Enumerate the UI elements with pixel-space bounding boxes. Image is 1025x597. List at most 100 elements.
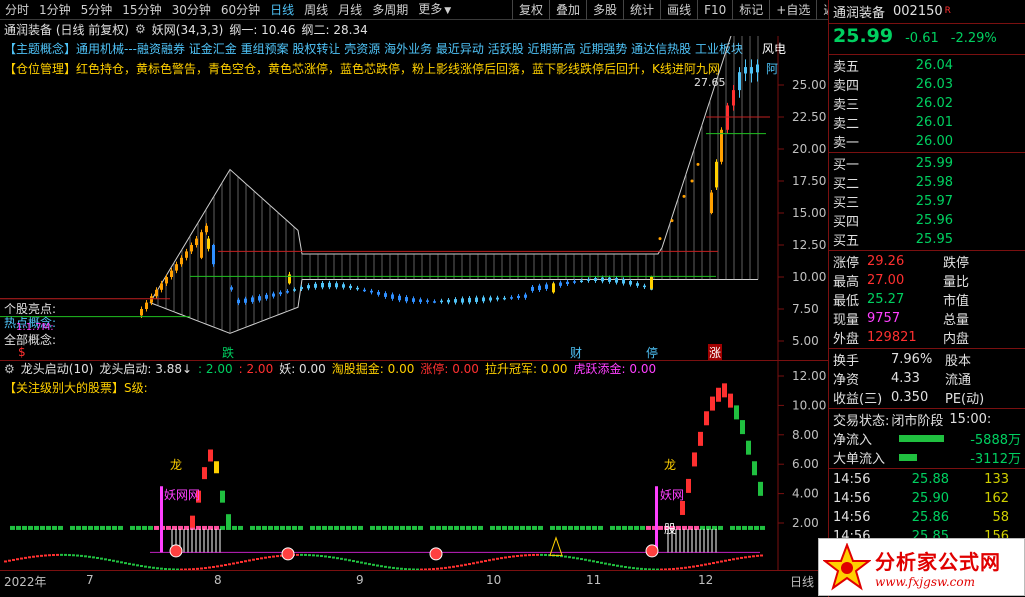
- tab-daily[interactable]: 日线: [265, 0, 299, 20]
- tab-more[interactable]: 更多 ▼: [413, 0, 456, 21]
- tab-monthly[interactable]: 月线: [333, 0, 367, 20]
- tab-60min[interactable]: 60分钟: [216, 0, 265, 20]
- wave-dot: [392, 566, 395, 569]
- adjust-button[interactable]: 复权: [512, 0, 549, 20]
- candle-body: [155, 289, 158, 297]
- indicator-tick-label: 10.00: [792, 398, 826, 412]
- wave-dot: [544, 553, 547, 556]
- candle-body: [482, 297, 485, 302]
- ratio-label: 1:1.7M:: [16, 322, 54, 333]
- ask-row: 卖四 26.03: [829, 75, 1025, 94]
- indicator-name[interactable]: 妖网(34,3,3): [152, 21, 224, 38]
- base-band-block: [448, 525, 453, 530]
- tab-30min[interactable]: 30分钟: [167, 0, 216, 20]
- bid-price: 25.96: [915, 213, 953, 228]
- wave-dot: [68, 554, 71, 557]
- candle-body: [185, 251, 188, 258]
- base-band-block: [544, 525, 549, 530]
- tab-5min[interactable]: 5分钟: [76, 0, 118, 20]
- ask-label: 卖四: [833, 79, 860, 94]
- bid-price: 25.95: [915, 232, 953, 247]
- wave-dot: [132, 563, 135, 566]
- base-band-block: [496, 525, 501, 530]
- candle-body: [398, 295, 401, 301]
- indicator-bar: [220, 490, 225, 503]
- bid-label: 买二: [833, 177, 860, 192]
- candle-body: [720, 129, 723, 162]
- wave-dot: [348, 559, 351, 562]
- base-band-block: [226, 525, 231, 530]
- multi-stock-button[interactable]: 多股: [586, 0, 623, 20]
- wave-dot: [72, 554, 75, 557]
- wave-dot: [460, 564, 463, 567]
- base-band-block: [574, 525, 579, 530]
- mark-button[interactable]: 标记: [732, 0, 769, 20]
- ask-book: 卖五 26.04 卖四 26.03 卖三 26.02 卖二 26.01 卖一 26.00: [829, 56, 1025, 151]
- tab-intraday[interactable]: 分时: [0, 0, 34, 20]
- trend-dot: [670, 219, 674, 223]
- dragon-start-indicator-chart[interactable]: 12.00 10.00 8.00 6.00 4.00 2.00: [0, 360, 828, 570]
- wave-dot: [708, 562, 711, 565]
- date-month-8: 8: [214, 573, 222, 587]
- base-band-block: [328, 525, 333, 530]
- money-flow-block: 净流入 -5888万 大单流入 -3112万: [829, 429, 1025, 467]
- wave-dot: [28, 556, 31, 559]
- wave-dot: [384, 565, 387, 568]
- add-watchlist-button[interactable]: +自选: [769, 0, 816, 20]
- wave-dot: [276, 555, 279, 558]
- base-band-block: [730, 525, 735, 530]
- base-band-block: [46, 525, 51, 530]
- base-band-block: [64, 525, 69, 530]
- price-tick-label: 15.00: [792, 206, 826, 220]
- candle-body: [622, 279, 625, 284]
- wave-dot: [596, 561, 599, 564]
- wave-dot: [452, 565, 455, 568]
- tab-1min[interactable]: 1分钟: [34, 0, 76, 20]
- wave-dot: [700, 564, 703, 567]
- candle-body: [738, 72, 741, 91]
- tab-weekly[interactable]: 周线: [299, 0, 333, 20]
- divider: [829, 23, 1025, 24]
- tab-multi-period[interactable]: 多周期: [367, 0, 413, 20]
- wave-dot: [712, 562, 715, 565]
- base-band-block: [112, 525, 117, 530]
- candle-body: [195, 238, 198, 245]
- tab-15min[interactable]: 15分钟: [117, 0, 166, 20]
- wave-dot: [344, 558, 347, 561]
- candle-body: [510, 297, 513, 299]
- price-tick-label: 5.00: [792, 334, 819, 348]
- candle-body: [160, 283, 163, 290]
- wave-dot: [760, 554, 763, 557]
- indicator-tick-label: 8.00: [792, 428, 819, 442]
- overlay-button[interactable]: 叠加: [549, 0, 586, 20]
- base-band-block: [250, 525, 255, 530]
- tick-volume: 133: [984, 472, 1009, 487]
- base-band-block: [742, 525, 747, 530]
- stat-label: 外盘: [833, 332, 860, 347]
- base-band-block: [22, 525, 27, 530]
- wave-dot: [152, 566, 155, 569]
- stat-row: 换手 7.96% 股本: [829, 350, 1025, 369]
- draw-button[interactable]: 画线: [660, 0, 697, 20]
- base-band-block: [424, 525, 429, 530]
- wave-dot: [136, 564, 139, 567]
- wave-dot: [720, 560, 723, 563]
- wave-dot: [732, 558, 735, 561]
- candle-body: [587, 279, 590, 281]
- candle-body: [145, 302, 148, 309]
- gear-icon[interactable]: ⚙: [135, 22, 146, 36]
- wave-dot: [696, 564, 699, 567]
- indicator-bar: [208, 449, 213, 462]
- ask-row: 卖一 26.00: [829, 132, 1025, 151]
- stats-button[interactable]: 统计: [623, 0, 660, 20]
- base-band-block: [568, 525, 573, 530]
- candle-body: [475, 297, 478, 302]
- wave-dot: [600, 561, 603, 564]
- base-band-block: [628, 525, 633, 530]
- f10-button[interactable]: F10: [697, 0, 732, 20]
- marker-finance: 财: [570, 346, 583, 360]
- base-band-block: [466, 525, 471, 530]
- candle-body: [468, 297, 471, 303]
- candle-body: [650, 277, 653, 289]
- indicator-tick-label: 4.00: [792, 487, 819, 501]
